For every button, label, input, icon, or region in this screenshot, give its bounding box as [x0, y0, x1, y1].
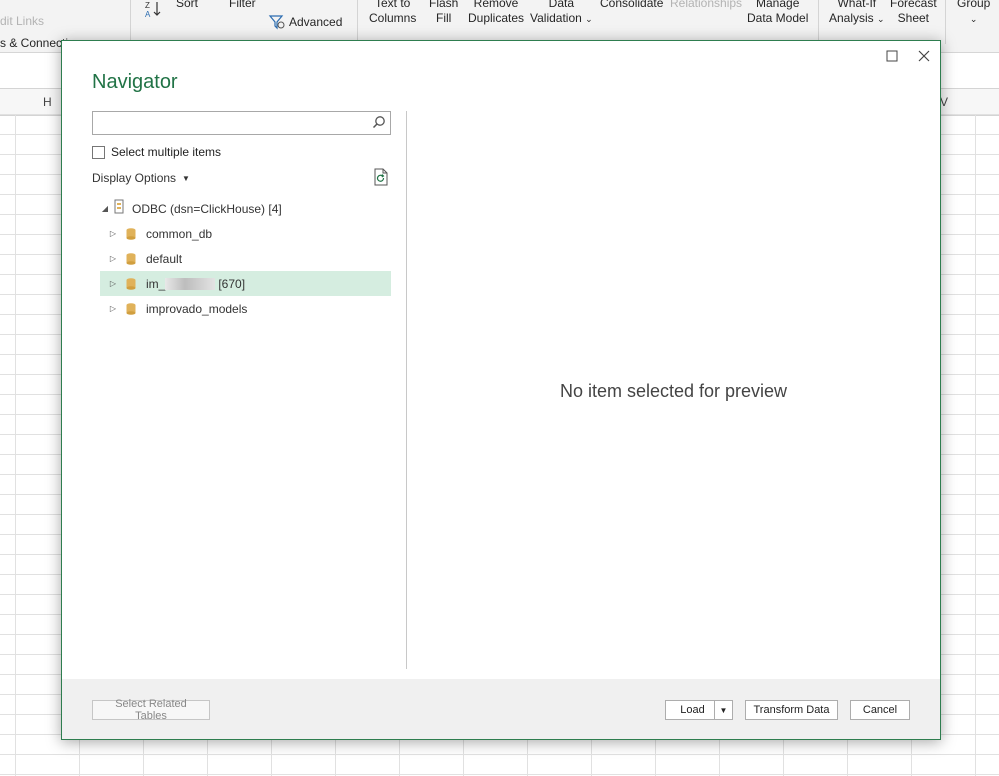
maximize-button[interactable] [881, 47, 903, 69]
database-icon [126, 277, 136, 290]
dialog-title: Navigator [92, 71, 178, 93]
search-input[interactable] [93, 112, 371, 132]
transform-data-button[interactable]: Transform Data [745, 700, 838, 720]
tree-item-label: im_ [146, 276, 166, 291]
consolidate-button[interactable]: Consolidate [600, 0, 663, 11]
column-header-h[interactable]: H [43, 95, 52, 109]
data-validation-button[interactable]: Data Validation ⌄ [530, 0, 593, 27]
select-multiple-checkbox[interactable] [92, 145, 105, 159]
navigator-dialog: Navigator Select multiple items Display … [61, 40, 941, 740]
manage-data-model-button[interactable]: Manage Data Model [747, 0, 808, 26]
svg-text:Z: Z [145, 1, 150, 10]
relationships-button[interactable]: Relationships [670, 0, 742, 11]
group-button[interactable]: Group ⌄ [957, 0, 990, 27]
ribbon-separator [130, 0, 131, 44]
expand-arrow-icon[interactable]: ▷ [108, 254, 118, 263]
close-button[interactable] [913, 47, 935, 69]
forecast-sheet-button[interactable]: Forecast Sheet [890, 0, 937, 26]
tree-root-label: ODBC (dsn=ClickHouse) [4] [132, 201, 282, 216]
search-icon[interactable] [372, 115, 386, 132]
tree-root[interactable]: ◢ ODBC (dsn=ClickHouse) [4] [100, 196, 282, 221]
tree-item-selected[interactable]: ▷ im_ [670] [100, 271, 391, 296]
sort-button[interactable]: Sort [176, 0, 198, 11]
redacted-text [165, 277, 216, 290]
close-icon [918, 50, 930, 62]
cancel-button[interactable]: Cancel [850, 700, 910, 720]
expand-arrow-icon[interactable]: ▷ [108, 279, 118, 288]
preview-empty-message: No item selected for preview [559, 381, 788, 401]
advanced-filter-button[interactable]: Advanced [268, 14, 342, 30]
display-options-dropdown[interactable]: Display Options ▼ [92, 171, 190, 185]
select-related-tables-button[interactable]: Select Related Tables [92, 698, 210, 722]
collapse-arrow-icon[interactable]: ◢ [100, 204, 110, 213]
refresh-icon[interactable] [373, 168, 389, 189]
queries-connections-item[interactable]: s & Connecti [0, 36, 68, 51]
svg-text:A: A [145, 10, 151, 18]
tree-item[interactable]: ▷ default [100, 246, 391, 271]
search-box[interactable] [92, 111, 391, 135]
maximize-icon [886, 50, 898, 62]
what-if-analysis-button[interactable]: What-If Analysis ⌄ [829, 0, 885, 27]
edit-links-item[interactable]: dit Links [0, 14, 44, 29]
tree-item[interactable]: ▷ common_db [100, 221, 391, 246]
caret-down-icon: ▼ [182, 174, 190, 184]
display-options-label: Display Options [92, 171, 177, 185]
advanced-filter-icon [268, 15, 285, 30]
load-button[interactable]: Load [665, 700, 719, 720]
flash-fill-button[interactable]: Flash Fill [429, 0, 458, 26]
ribbon-separator [945, 0, 946, 44]
text-to-columns-button[interactable]: Text to Columns [369, 0, 416, 26]
database-icon [126, 302, 136, 315]
database-icon [126, 227, 136, 240]
filter-button[interactable]: Filter [229, 0, 256, 11]
ribbon-separator [818, 0, 819, 44]
ribbon-separator [357, 0, 358, 44]
select-multiple-label: Select multiple items [111, 145, 222, 159]
tree-item-label: common_db [146, 226, 213, 241]
tree-item[interactable]: ▷ improvado_models [100, 296, 391, 321]
odbc-source-icon [114, 199, 126, 218]
expand-arrow-icon[interactable]: ▷ [108, 229, 118, 238]
sort-az-icon[interactable]: ZA [143, 0, 163, 22]
expand-arrow-icon[interactable]: ▷ [108, 304, 118, 313]
load-dropdown-button[interactable]: ▼ [714, 700, 733, 720]
tree-item-label: default [146, 251, 183, 266]
remove-duplicates-button[interactable]: Remove Duplicates [468, 0, 524, 26]
caret-down-icon: ▼ [719, 705, 728, 715]
database-icon [126, 252, 136, 265]
tree-item-count: [670] [218, 276, 246, 291]
dialog-footer: Select Related Tables Load ▼ Transform D… [62, 679, 940, 739]
tree-item-label: improvado_models [146, 301, 248, 316]
select-multiple-checkbox-row[interactable]: Select multiple items [92, 145, 221, 159]
column-header-v[interactable]: V [940, 95, 948, 109]
